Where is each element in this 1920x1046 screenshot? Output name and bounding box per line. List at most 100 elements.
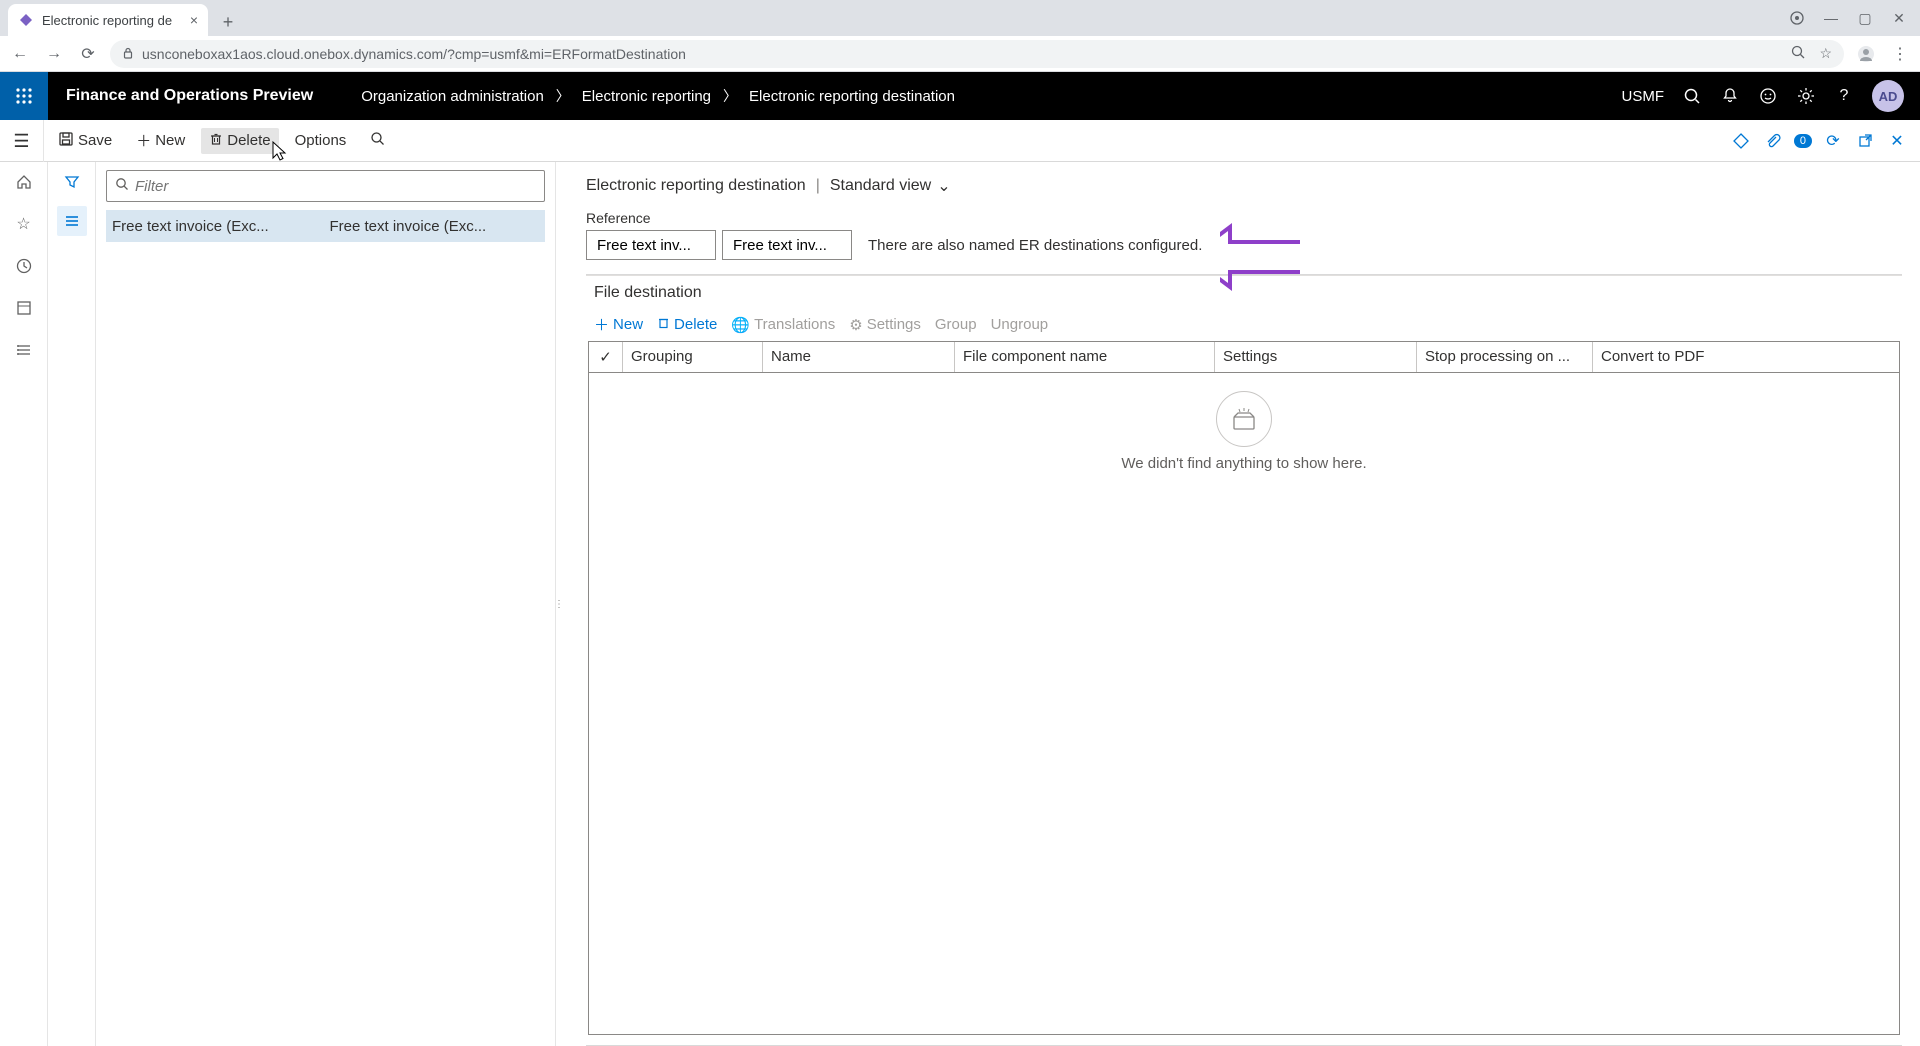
list-item[interactable]: Free text invoice (Exc... Free text invo…: [106, 210, 545, 242]
fd-translations-button[interactable]: 🌐Translations: [731, 314, 835, 335]
reference-note: There are also named ER destinations con…: [868, 237, 1202, 254]
col-convert[interactable]: Convert to PDF: [1593, 342, 1763, 372]
sliders-icon: ⚙: [849, 316, 862, 334]
mouse-cursor-icon: [270, 140, 290, 164]
star-icon[interactable]: ☆: [14, 214, 34, 234]
tab-close-icon[interactable]: ×: [190, 12, 198, 28]
window-close-icon[interactable]: ✕: [1892, 11, 1906, 25]
waffle-icon: [15, 87, 33, 105]
empty-icon: [1216, 391, 1272, 447]
filter-input[interactable]: [135, 178, 536, 195]
app-title: Finance and Operations Preview: [48, 87, 331, 105]
view-name: Standard view: [830, 177, 931, 195]
col-grouping[interactable]: Grouping: [623, 342, 763, 372]
reference-field-2[interactable]: Free text inv...: [722, 230, 852, 260]
lock-icon: [122, 46, 134, 62]
modules-icon[interactable]: [14, 340, 34, 360]
filter-icon[interactable]: [62, 172, 82, 192]
list-cell: Free text invoice (Exc...: [112, 218, 322, 235]
delete-button[interactable]: Delete: [201, 128, 278, 154]
browser-tab[interactable]: Electronic reporting de ×: [8, 4, 208, 36]
reference-field-1[interactable]: Free text inv...: [586, 230, 716, 260]
annotation-arrow: [1220, 182, 1300, 332]
action-search[interactable]: [362, 127, 393, 154]
bookmark-icon[interactable]: ☆: [1819, 45, 1832, 62]
gear-icon[interactable]: [1796, 86, 1816, 106]
chrome-account-icon[interactable]: [1790, 11, 1804, 25]
breadcrumb-item[interactable]: Electronic reporting destination: [749, 88, 955, 105]
delete-label: Delete: [227, 132, 270, 149]
related-icon[interactable]: [1730, 130, 1752, 152]
recent-icon[interactable]: [14, 256, 34, 276]
nav-toggle[interactable]: ☰: [0, 120, 44, 162]
bell-icon[interactable]: [1720, 86, 1740, 106]
plus-icon: ＋: [136, 130, 151, 151]
popout-icon[interactable]: [1854, 130, 1876, 152]
smiley-icon[interactable]: [1758, 86, 1778, 106]
home-icon[interactable]: [14, 172, 34, 192]
company-code[interactable]: USMF: [1622, 88, 1665, 105]
left-nav-rail: ☆: [0, 162, 48, 1046]
fd-delete-button[interactable]: Delete: [657, 314, 717, 335]
chrome-menu-icon[interactable]: ⋮: [1888, 42, 1912, 66]
filter-rail: [48, 162, 96, 1046]
new-tab-button[interactable]: +: [214, 8, 242, 36]
attachments-count: 0: [1794, 134, 1812, 148]
url-text: usnconeboxax1aos.cloud.onebox.dynamics.c…: [142, 46, 686, 62]
record-list: Free text invoice (Exc... Free text invo…: [106, 210, 545, 242]
breadcrumb-item[interactable]: Electronic reporting: [582, 88, 711, 105]
options-label: Options: [295, 132, 347, 149]
select-all-checkbox[interactable]: ✓: [589, 342, 623, 372]
search-icon[interactable]: [1682, 86, 1702, 106]
filter-input-wrap[interactable]: [106, 170, 545, 202]
fd-group-button[interactable]: Group: [935, 314, 977, 335]
close-icon[interactable]: ✕: [1886, 130, 1908, 152]
app-launcher[interactable]: [0, 72, 48, 120]
avatar[interactable]: AD: [1872, 80, 1904, 112]
breadcrumb-item[interactable]: Organization administration: [361, 88, 544, 105]
browser-tab-strip: Electronic reporting de × + — ▢ ✕: [0, 0, 1920, 36]
workspaces-icon[interactable]: [14, 298, 34, 318]
attachments-icon[interactable]: [1762, 130, 1784, 152]
view-selector[interactable]: Standard view ⌄: [830, 176, 951, 196]
list-view-icon[interactable]: [57, 206, 87, 236]
trash-icon: [657, 316, 670, 333]
col-settings[interactable]: Settings: [1215, 342, 1417, 372]
browser-toolbar: ← → ⟳ usnconeboxax1aos.cloud.onebox.dyna…: [0, 36, 1920, 72]
help-icon[interactable]: ?: [1834, 86, 1854, 106]
search-icon: [115, 177, 129, 195]
file-destination-grid: ✓ Grouping Name File component name Sett…: [588, 341, 1900, 1035]
back-icon[interactable]: ←: [8, 42, 32, 66]
new-button[interactable]: ＋ New: [128, 126, 193, 155]
page-title: Electronic reporting destination: [586, 177, 806, 195]
window-minimize-icon[interactable]: —: [1824, 11, 1838, 25]
chevron-right-icon: 〉: [723, 86, 737, 106]
title-separator: |: [816, 177, 820, 195]
breadcrumb: Organization administration 〉 Electronic…: [361, 86, 955, 106]
fd-ungroup-button[interactable]: Ungroup: [991, 314, 1049, 335]
save-button[interactable]: Save: [50, 127, 120, 155]
chevron-right-icon: 〉: [556, 86, 570, 106]
trash-icon: [209, 132, 223, 150]
fd-settings-button[interactable]: ⚙Settings: [849, 314, 921, 335]
chevron-down-icon: ⌄: [937, 176, 950, 196]
zoom-icon[interactable]: [1791, 45, 1805, 62]
col-name[interactable]: Name: [763, 342, 955, 372]
options-button[interactable]: Options: [287, 128, 355, 153]
fd-new-button[interactable]: ＋New: [594, 314, 643, 335]
grid-header-row: ✓ Grouping Name File component name Sett…: [589, 342, 1899, 373]
profile-icon[interactable]: [1854, 42, 1878, 66]
plus-icon: ＋: [594, 314, 609, 335]
refresh-icon[interactable]: ⟳: [1822, 130, 1844, 152]
window-maximize-icon[interactable]: ▢: [1858, 11, 1872, 25]
search-icon: [370, 131, 385, 150]
save-icon: [58, 131, 74, 151]
address-bar[interactable]: usnconeboxax1aos.cloud.onebox.dynamics.c…: [110, 40, 1844, 68]
col-stop[interactable]: Stop processing on ...: [1417, 342, 1593, 372]
save-label: Save: [78, 132, 112, 149]
empty-state: We didn't find anything to show here.: [589, 373, 1899, 1034]
col-file-component[interactable]: File component name: [955, 342, 1215, 372]
forward-icon[interactable]: →: [42, 42, 66, 66]
reload-icon[interactable]: ⟳: [76, 42, 100, 66]
empty-message: We didn't find anything to show here.: [1121, 455, 1366, 472]
